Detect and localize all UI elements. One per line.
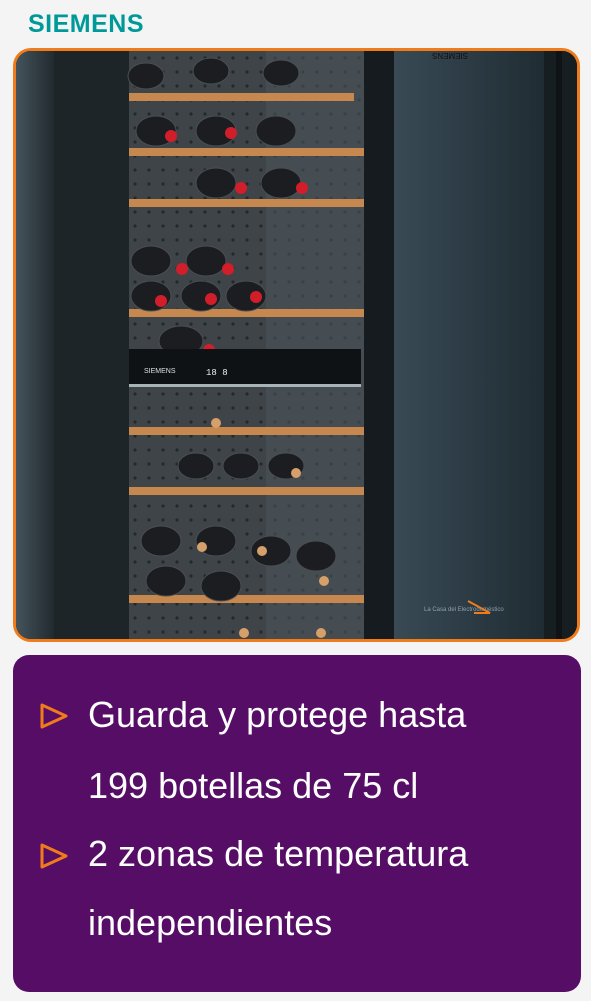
left-wall: [16, 51, 54, 639]
door-logo: SIEMENS: [432, 51, 468, 60]
product-photo: SIEMENS SIEMENS 18 8 La Casa del Electro…: [13, 48, 580, 642]
feature-1-line-1: Guarda y protege hasta: [88, 694, 467, 735]
wine-cooler-illustration: SIEMENS SIEMENS 18 8 La Casa del Electro…: [16, 51, 577, 639]
temperature-display: 18 8: [206, 368, 228, 378]
door-frame: [364, 51, 394, 639]
feature-2-line-2: independientes: [88, 902, 333, 943]
feature-2-line-1: 2 zonas de temperatura: [88, 833, 469, 874]
glass-door: [394, 51, 544, 639]
features-panel: Guarda y protege hasta 199 botellas de 7…: [13, 655, 581, 992]
triangle-play-outline-icon: [40, 843, 68, 869]
triangle-play-outline-icon: [40, 703, 68, 729]
siemens-logo: SIEMENS: [28, 10, 145, 38]
control-panel-logo: SIEMENS: [144, 368, 176, 375]
watermark-text: La Casa del Electrodoméstico: [424, 607, 504, 613]
feature-1-line-2: 199 botellas de 75 cl: [88, 765, 419, 806]
left-side-panel: [54, 51, 129, 639]
